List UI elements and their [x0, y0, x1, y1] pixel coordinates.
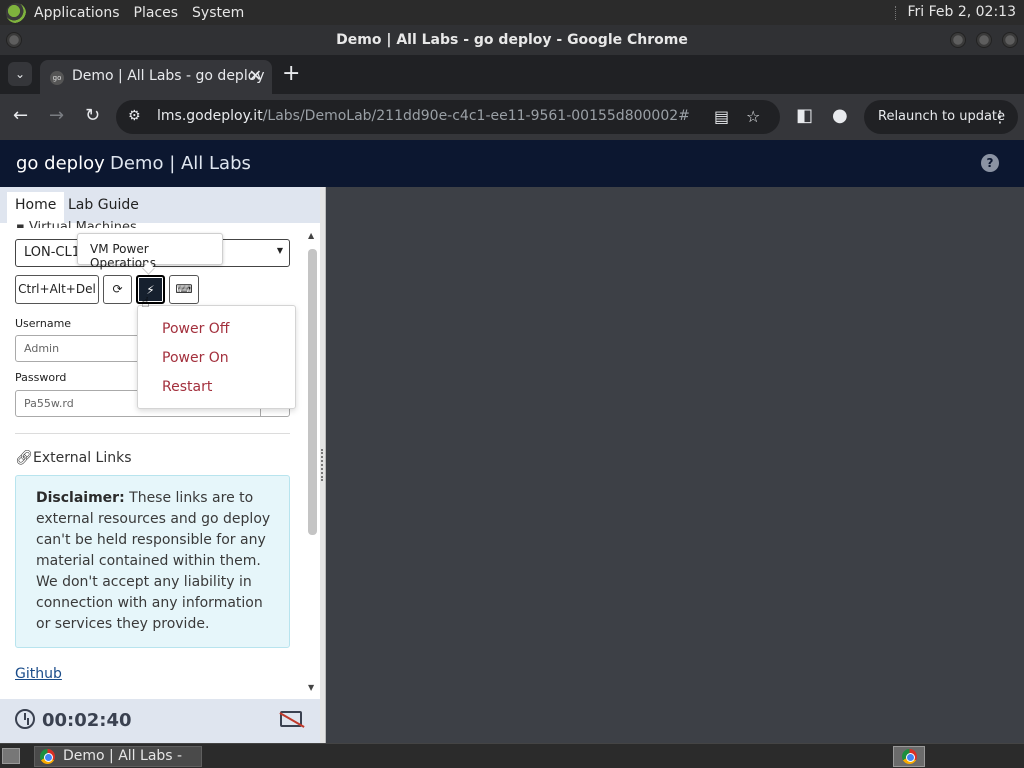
scroll-up-icon[interactable]: ▲: [308, 231, 314, 240]
back-arrow-icon[interactable]: ←: [13, 106, 28, 126]
distro-logo-icon[interactable]: [6, 2, 26, 23]
power-operations-menu: Power Off Power On Restart: [137, 305, 296, 409]
close-window-icon[interactable]: [1002, 32, 1018, 48]
refresh-button[interactable]: ⟳: [103, 275, 132, 304]
tab-strip: ⌄ go Demo | All Labs - go deploy ✕ +: [0, 55, 1024, 94]
chrome-icon: [40, 749, 55, 764]
window-titlebar: Demo | All Labs - go deploy - Google Chr…: [0, 25, 1024, 55]
refresh-icon: ⟳: [112, 282, 123, 296]
app-brand[interactable]: go deploy: [16, 153, 105, 174]
github-link[interactable]: Github: [15, 666, 62, 682]
disclaimer-box: Disclaimer: These links are to external …: [15, 475, 290, 648]
url-text[interactable]: lms.godeploy.it/Labs/DemoLab/211dd90e-c4…: [157, 108, 690, 124]
taskbar-chrome-window[interactable]: Demo | All Labs - go...: [34, 746, 202, 768]
os-taskbar: Demo | All Labs - go...: [0, 743, 1024, 768]
section-heading-virtual-machines: ▪ Virtual Machines: [16, 220, 137, 228]
menu-system[interactable]: System: [192, 5, 244, 21]
ctrl-alt-del-button[interactable]: Ctrl+Alt+Del: [15, 275, 99, 304]
lab-timer: 00:02:40: [42, 710, 132, 731]
favicon-icon: go: [50, 71, 64, 85]
help-icon[interactable]: ?: [981, 154, 999, 172]
chrome-workspace-icon: [902, 749, 917, 764]
keyboard-icon: ⌨: [175, 282, 193, 296]
tab-lab-guide[interactable]: Lab Guide: [68, 197, 139, 213]
tab-home[interactable]: Home: [7, 192, 65, 223]
relaunch-button[interactable]: Relaunch to update ⋮: [864, 100, 1018, 134]
external-links-heading: 🔗︎External Links: [15, 450, 132, 466]
sidebar-scrollbar[interactable]: ▲ ▼: [306, 231, 318, 697]
new-tab-plus-icon[interactable]: +: [282, 61, 300, 86]
panel-splitter[interactable]: [320, 187, 326, 743]
username-label: Username: [15, 317, 72, 330]
os-top-panel: Applications Places System Fri Feb 2, 02…: [0, 0, 1024, 25]
password-value: Pa55w.rd: [24, 397, 74, 410]
password-label: Password: [15, 371, 67, 384]
sidebar-tabs: Home Lab Guide: [0, 187, 320, 223]
system-clock[interactable]: Fri Feb 2, 02:13: [895, 4, 1016, 20]
forward-arrow-icon[interactable]: →: [49, 106, 64, 126]
menu-places[interactable]: Places: [134, 5, 179, 21]
show-desktop-icon[interactable]: [2, 748, 20, 764]
lab-sidebar: Home Lab Guide ▪ Virtual Machines LON-CL…: [0, 187, 320, 743]
browser-toolbar: ← → ↻ ⚙ lms.godeploy.it/Labs/DemoLab/211…: [0, 94, 1024, 140]
tab-title: Demo | All Labs - go deploy: [72, 68, 265, 84]
username-value: Admin: [24, 342, 60, 355]
screen-off-icon[interactable]: [280, 711, 302, 727]
clipboard-blocked-icon[interactable]: ▤: [714, 107, 729, 126]
menu-item-power-off[interactable]: Power Off: [162, 321, 229, 337]
site-info-icon[interactable]: ⚙: [128, 108, 141, 124]
window-menu-icon[interactable]: [6, 32, 22, 48]
disclaimer-label: Disclaimer:: [36, 490, 125, 506]
workspace-switcher[interactable]: [893, 746, 925, 767]
scroll-thumb[interactable]: [308, 249, 317, 535]
scroll-down-icon[interactable]: ▼: [308, 683, 314, 692]
power-operations-tooltip: VM Power Operations: [77, 233, 223, 270]
link-icon: 🔗︎: [15, 450, 33, 466]
tab-close-icon[interactable]: ✕: [249, 66, 262, 85]
vm-select-value: LON-CL1: [24, 245, 81, 260]
mouse-pointer-icon: ☝: [141, 295, 150, 311]
disclaimer-text: These links are to external resources an…: [36, 490, 271, 632]
app-header: go deploy Demo | All Labs ?: [0, 140, 1024, 187]
keyboard-button[interactable]: ⌨: [169, 275, 199, 304]
side-panel-icon[interactable]: ◧: [796, 106, 813, 126]
reload-icon[interactable]: ↻: [85, 106, 100, 126]
address-bar[interactable]: ⚙ lms.godeploy.it/Labs/DemoLab/211dd90e-…: [116, 100, 780, 134]
relaunch-label: Relaunch to update: [878, 109, 1006, 124]
alarm-clock-icon: [15, 709, 35, 729]
minimize-icon[interactable]: [950, 32, 966, 48]
dropdown-caret-icon: ▼: [276, 246, 283, 255]
tab-search-chevron-icon[interactable]: ⌄: [8, 62, 32, 86]
vm-console-viewport[interactable]: [327, 187, 1024, 743]
window-title: Demo | All Labs - go deploy - Google Chr…: [336, 32, 688, 48]
browser-tab-active[interactable]: go Demo | All Labs - go deploy ✕: [40, 60, 272, 94]
menu-applications[interactable]: Applications: [34, 5, 120, 21]
divider: [15, 433, 290, 434]
sidebar-footer: 00:02:40: [0, 699, 320, 743]
menu-item-power-on[interactable]: Power On: [162, 350, 229, 366]
menu-item-restart[interactable]: Restart: [162, 379, 212, 395]
page-title: Demo | All Labs: [110, 153, 251, 174]
taskbar-window-label: Demo | All Labs - go...: [63, 748, 183, 768]
chrome-menu-icon[interactable]: ⋮: [992, 100, 1008, 134]
bookmark-star-icon[interactable]: ☆: [746, 107, 760, 126]
splitter-grip[interactable]: [321, 449, 325, 481]
maximize-icon[interactable]: [976, 32, 992, 48]
profile-icon[interactable]: ●: [832, 106, 848, 126]
